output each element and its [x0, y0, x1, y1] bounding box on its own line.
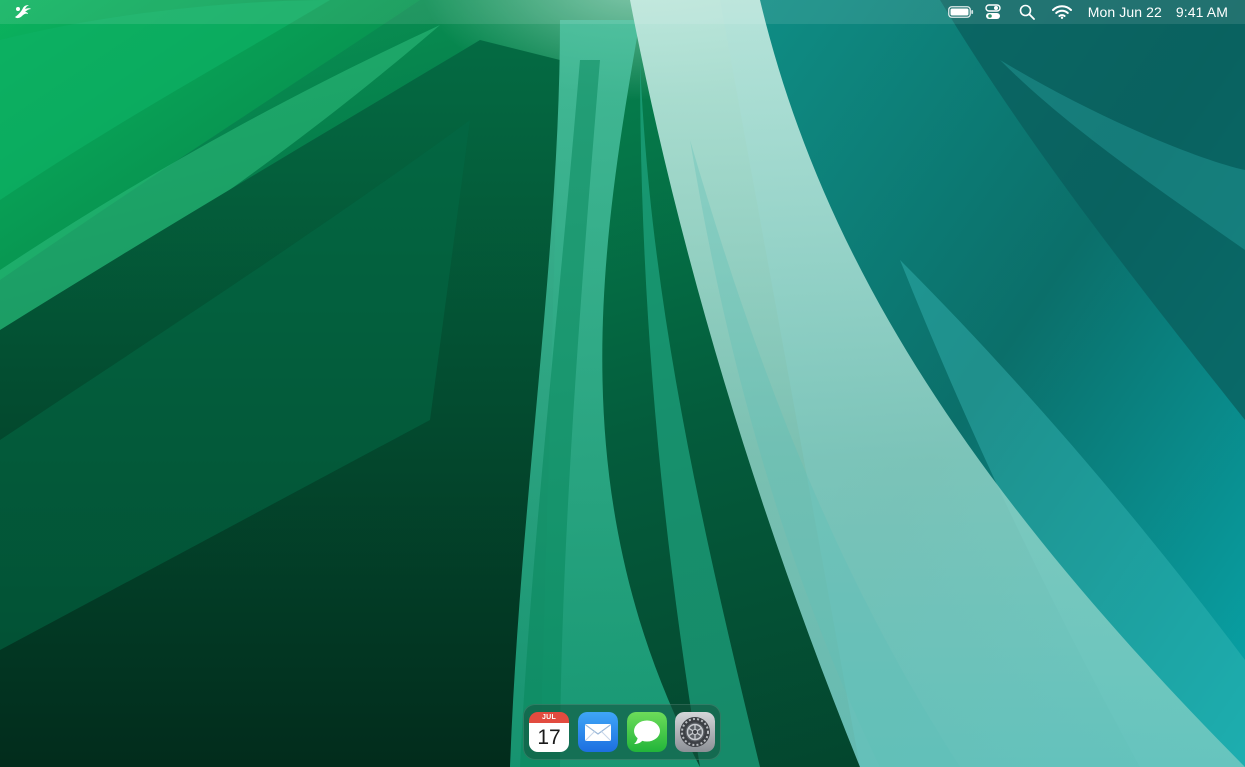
menu-bar-date[interactable]: Mon Jun 22: [1088, 4, 1162, 20]
control-center-icon[interactable]: [984, 0, 1002, 24]
messages-icon[interactable]: [627, 712, 667, 752]
dock: JUL 17: [523, 704, 721, 760]
wifi-icon[interactable]: [1051, 0, 1072, 24]
spotlight-search-icon[interactable]: [1018, 0, 1036, 24]
menu-bar-time[interactable]: 9:41 AM: [1176, 4, 1228, 20]
calendar-icon[interactable]: JUL 17: [529, 712, 569, 752]
mail-icon[interactable]: [578, 712, 618, 752]
calendar-month: JUL: [529, 712, 569, 723]
desktop[interactable]: Mon Jun 22 9:41 AM JUL 17: [0, 0, 1245, 767]
menu-bar: Mon Jun 22 9:41 AM: [0, 0, 1245, 24]
calendar-day: 17: [537, 726, 561, 749]
settings-icon[interactable]: [675, 712, 715, 752]
battery-icon[interactable]: [947, 0, 974, 24]
app-logo-icon[interactable]: [12, 3, 32, 21]
wallpaper: [0, 0, 1245, 767]
